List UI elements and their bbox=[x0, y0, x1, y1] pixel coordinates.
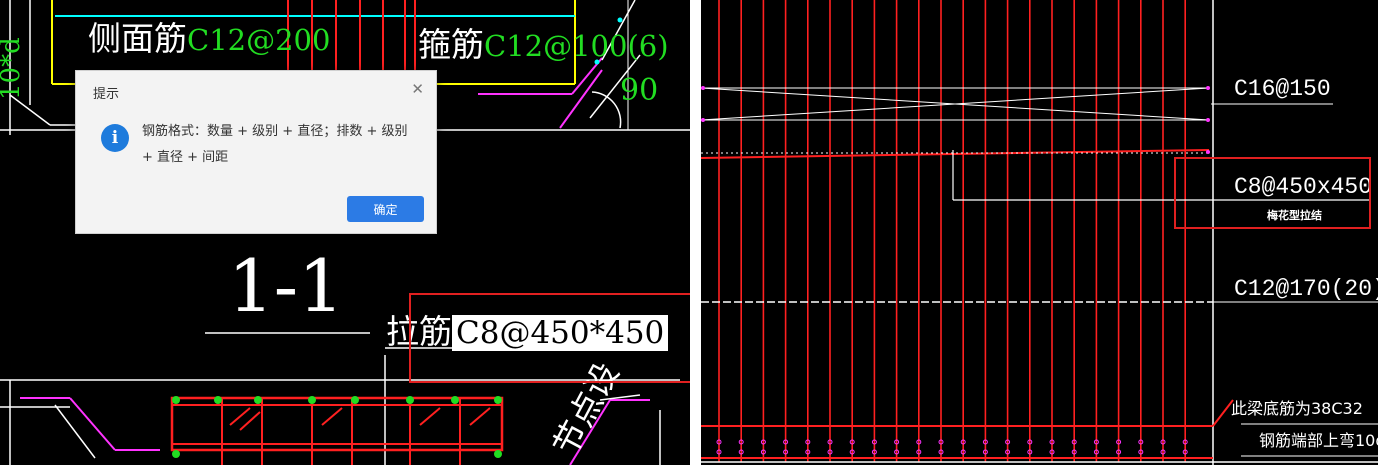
label-bottom-note: 钢筋端部上弯10d bbox=[1259, 431, 1378, 450]
label-top-bar: C16@150 bbox=[1234, 76, 1331, 102]
stirrup-label: 箍筋 bbox=[418, 25, 484, 64]
highlight-box-right bbox=[1174, 157, 1371, 229]
stirrup-value: C12@100(6) bbox=[484, 29, 669, 63]
side-bar-value: C12@200 bbox=[187, 23, 331, 57]
side-bar-annotation: 侧面筋C12@200 bbox=[88, 22, 330, 55]
dialog-message: 钢筋格式：数量 + 级别 + 直径；排数 + 级别 + 直径 + 间距 bbox=[142, 124, 408, 165]
highlight-box-left bbox=[409, 293, 690, 383]
stirrup-annotation: 箍筋C12@100(6) bbox=[418, 28, 669, 61]
right-cad-screenshot: C16@150 C8@450x450 梅花型拉结 C12@170(20) 此梁底… bbox=[701, 0, 1378, 465]
info-icon: i bbox=[101, 124, 129, 152]
edge-dimension-text: 10*d bbox=[0, 37, 26, 100]
panel-divider bbox=[690, 0, 701, 465]
close-icon[interactable]: ✕ bbox=[411, 80, 424, 98]
prompt-dialog: 提示 ✕ i 钢筋格式：数量 + 级别 + 直径；排数 + 级别 + 直径 + … bbox=[75, 70, 437, 234]
right-cad-linework bbox=[701, 0, 1378, 465]
angle-value: 90 bbox=[620, 73, 659, 108]
side-bar-label: 侧面筋 bbox=[88, 19, 187, 58]
dialog-title: 提示 bbox=[93, 87, 120, 102]
label-mid-bar: C12@170(20) bbox=[1234, 276, 1378, 302]
section-label: 1-1 bbox=[228, 244, 344, 328]
label-bottom-bar: 此梁底筋为38C32 bbox=[1231, 399, 1363, 418]
left-cad-screenshot: 10*d 侧面筋C12@200 箍筋C12@100(6) 90 1-1 拉筋 C8… bbox=[0, 0, 690, 465]
ok-button[interactable]: 确定 bbox=[347, 196, 424, 222]
